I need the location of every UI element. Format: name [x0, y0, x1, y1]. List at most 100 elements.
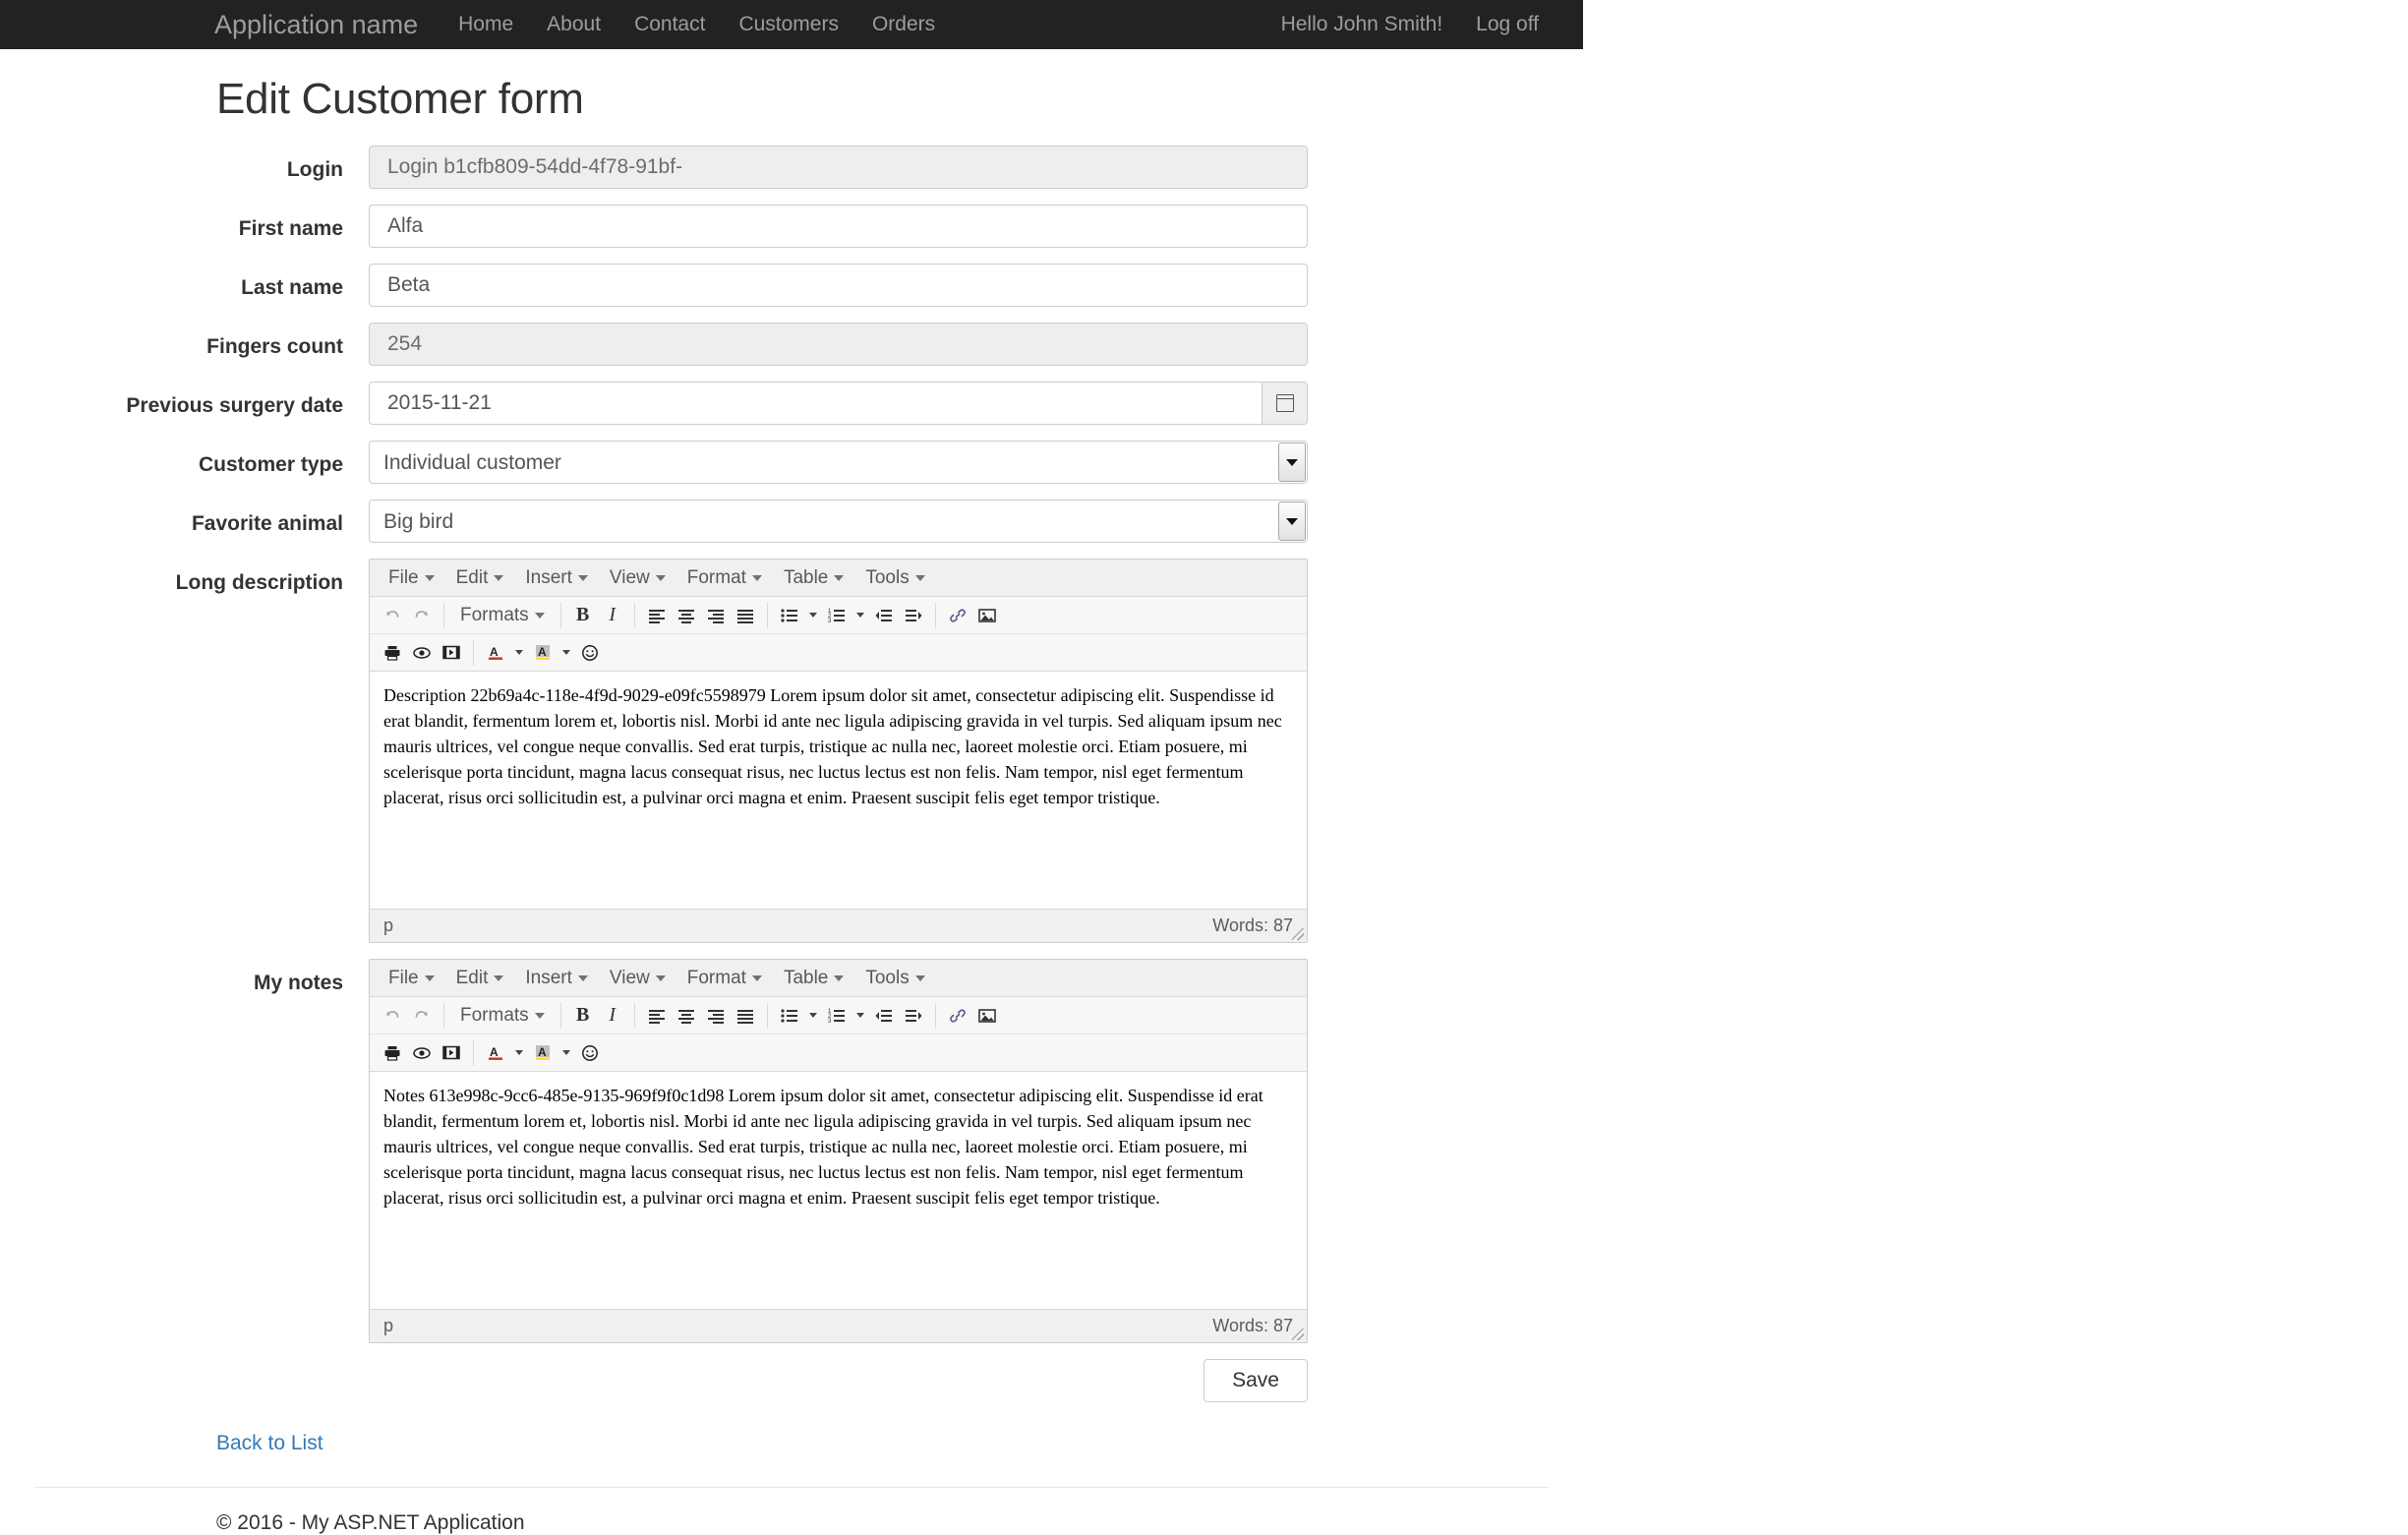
bullet-list-button[interactable]: [775, 601, 822, 630]
calendar-button[interactable]: [1263, 382, 1308, 425]
form-row-save: Save: [34, 1359, 1549, 1402]
bullet-list-icon[interactable]: [775, 1001, 804, 1031]
chevron-down-icon[interactable]: [510, 638, 528, 668]
print-icon[interactable]: [378, 1038, 407, 1068]
chevron-down-icon[interactable]: [558, 638, 575, 668]
login-input[interactable]: [369, 146, 1308, 189]
back-to-list-link[interactable]: Back to List: [216, 1432, 323, 1454]
align-justify-icon[interactable]: [731, 601, 760, 630]
chevron-down-icon[interactable]: [852, 601, 869, 630]
preview-icon[interactable]: [407, 1038, 437, 1068]
align-left-icon[interactable]: [642, 601, 672, 630]
nav-link-orders[interactable]: Orders: [855, 0, 952, 49]
text-color-button[interactable]: A: [481, 1038, 528, 1068]
background-color-icon[interactable]: A: [528, 1038, 558, 1068]
element-path[interactable]: p: [383, 915, 393, 936]
align-right-icon[interactable]: [701, 601, 731, 630]
chevron-down-icon[interactable]: [558, 1038, 575, 1068]
image-icon[interactable]: [972, 1001, 1002, 1031]
chevron-down-icon[interactable]: [804, 1001, 822, 1031]
brand-link[interactable]: Application name: [214, 0, 441, 49]
menu-format[interactable]: Format: [676, 563, 773, 593]
image-icon[interactable]: [972, 601, 1002, 630]
outdent-icon[interactable]: [869, 1001, 899, 1031]
media-icon[interactable]: [437, 638, 466, 668]
align-right-icon[interactable]: [701, 1001, 731, 1031]
text-color-icon[interactable]: A: [481, 1038, 510, 1068]
undo-icon[interactable]: [378, 601, 407, 630]
favorite-animal-select[interactable]: Big bird: [369, 500, 1308, 543]
menu-tools[interactable]: Tools: [854, 964, 935, 993]
menu-view[interactable]: View: [599, 964, 676, 993]
copyright-text: © 2016 - My ASP.NET Application: [216, 1511, 525, 1534]
menu-insert[interactable]: Insert: [514, 563, 599, 593]
menu-tools[interactable]: Tools: [854, 563, 935, 593]
numbered-list-icon[interactable]: 123: [822, 601, 852, 630]
align-justify-icon[interactable]: [731, 1001, 760, 1031]
background-color-button[interactable]: A: [528, 638, 575, 668]
numbered-list-button[interactable]: 123: [822, 1001, 869, 1031]
formats-dropdown[interactable]: Formats: [451, 1001, 554, 1031]
redo-icon[interactable]: [407, 601, 437, 630]
menu-file[interactable]: File: [378, 563, 445, 593]
resize-handle[interactable]: [1292, 1328, 1304, 1340]
bullet-list-button[interactable]: [775, 1001, 822, 1031]
bullet-list-icon[interactable]: [775, 601, 804, 630]
media-icon[interactable]: [437, 1038, 466, 1068]
menu-file[interactable]: File: [378, 964, 445, 993]
print-icon[interactable]: [378, 638, 407, 668]
formats-dropdown[interactable]: Formats: [451, 601, 554, 630]
emoticon-icon[interactable]: [575, 638, 605, 668]
my-notes-content-area[interactable]: Notes 613e998c-9cc6-485e-9135-969f9f0c1d…: [370, 1072, 1307, 1309]
background-color-button[interactable]: A: [528, 1038, 575, 1068]
align-left-icon[interactable]: [642, 1001, 672, 1031]
nav-link-contact[interactable]: Contact: [617, 0, 722, 49]
nav-link-customers[interactable]: Customers: [722, 0, 855, 49]
outdent-icon[interactable]: [869, 601, 899, 630]
log-off-link[interactable]: Log off: [1459, 0, 1556, 49]
chevron-down-icon[interactable]: [804, 601, 822, 630]
menu-edit[interactable]: Edit: [445, 964, 515, 993]
indent-icon[interactable]: [899, 1001, 928, 1031]
menu-insert[interactable]: Insert: [514, 964, 599, 993]
resize-handle[interactable]: [1292, 928, 1304, 940]
align-center-icon[interactable]: [672, 601, 701, 630]
label-surgery-date: Previous surgery date: [126, 394, 343, 417]
text-color-icon[interactable]: A: [481, 638, 510, 668]
nav-link-home[interactable]: Home: [441, 0, 530, 49]
svg-text:A: A: [490, 1045, 499, 1059]
bold-icon[interactable]: B: [568, 601, 598, 630]
preview-icon[interactable]: [407, 638, 437, 668]
italic-icon[interactable]: I: [598, 601, 627, 630]
italic-icon[interactable]: I: [598, 1001, 627, 1031]
numbered-list-button[interactable]: 123: [822, 601, 869, 630]
undo-icon[interactable]: [378, 1001, 407, 1031]
surgery-date-input[interactable]: [369, 382, 1263, 425]
align-center-icon[interactable]: [672, 1001, 701, 1031]
text-color-button[interactable]: A: [481, 638, 528, 668]
numbered-list-icon[interactable]: 123: [822, 1001, 852, 1031]
background-color-icon[interactable]: A: [528, 638, 558, 668]
menu-table[interactable]: Table: [773, 964, 854, 993]
chevron-down-icon[interactable]: [852, 1001, 869, 1031]
menu-view[interactable]: View: [599, 563, 676, 593]
nav-link-about[interactable]: About: [530, 0, 617, 49]
long-description-content-area[interactable]: Description 22b69a4c-118e-4f9d-9029-e09f…: [370, 672, 1307, 909]
chevron-down-icon[interactable]: [510, 1038, 528, 1068]
link-icon[interactable]: [943, 1001, 972, 1031]
customer-type-select[interactable]: Individual customer: [369, 441, 1308, 484]
fingers-count-input[interactable]: [369, 323, 1308, 366]
last-name-input[interactable]: [369, 264, 1308, 307]
greeting-link[interactable]: Hello John Smith!: [1264, 0, 1460, 49]
redo-icon[interactable]: [407, 1001, 437, 1031]
menu-table[interactable]: Table: [773, 563, 854, 593]
link-icon[interactable]: [943, 601, 972, 630]
save-button[interactable]: Save: [1204, 1359, 1308, 1402]
element-path[interactable]: p: [383, 1316, 393, 1336]
emoticon-icon[interactable]: [575, 1038, 605, 1068]
bold-icon[interactable]: B: [568, 1001, 598, 1031]
menu-edit[interactable]: Edit: [445, 563, 515, 593]
menu-format[interactable]: Format: [676, 964, 773, 993]
first-name-input[interactable]: [369, 205, 1308, 248]
indent-icon[interactable]: [899, 601, 928, 630]
